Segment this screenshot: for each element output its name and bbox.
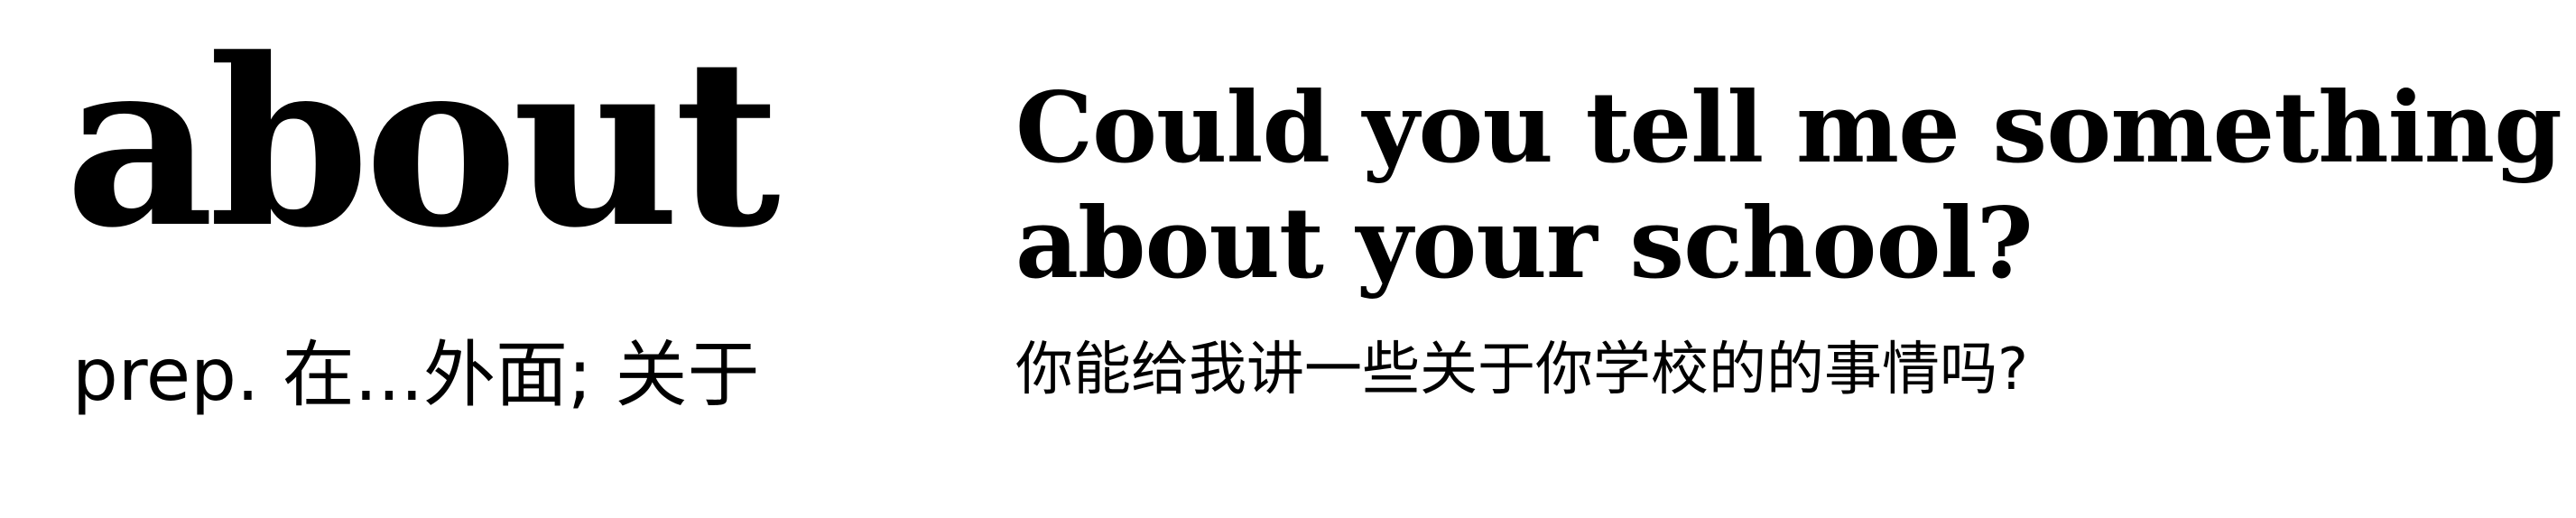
part-of-speech-definition: prep. 在...外面; 关于 — [72, 333, 760, 417]
vocabulary-card: about prep. 在...外面; 关于 Could you tell me… — [0, 0, 2576, 518]
example-sentence-line-1: Could you tell me something — [1015, 71, 2562, 185]
example-translation: 你能给我讲一些关于你学校的的事情吗? — [1015, 337, 2028, 403]
example-sentence-line-2: about your school? — [1015, 187, 2034, 301]
example-sentence: Could you tell me something about your s… — [1015, 70, 2562, 301]
headword: about — [65, 9, 781, 279]
